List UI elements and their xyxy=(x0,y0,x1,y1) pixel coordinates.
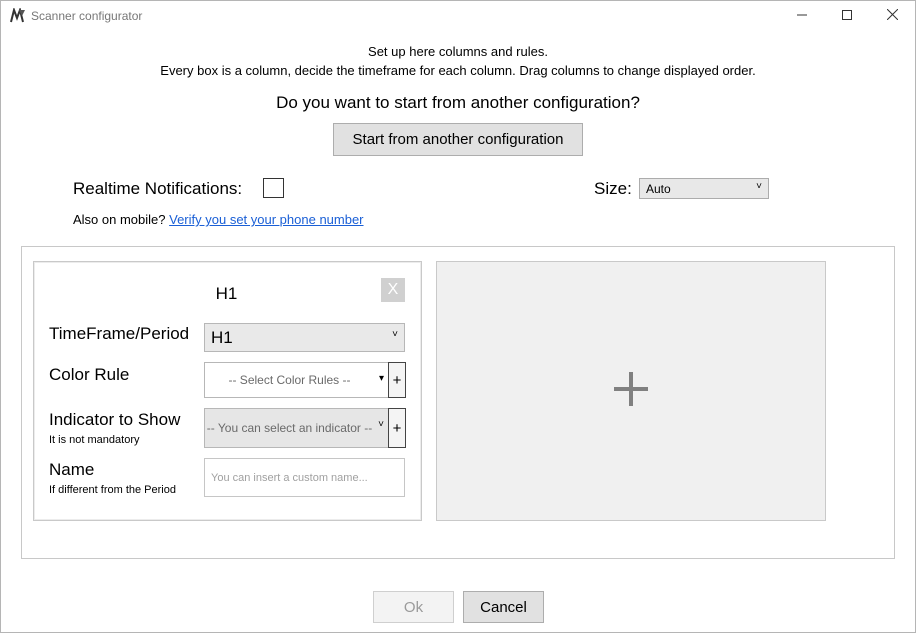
size-select[interactable]: Auto ˅ xyxy=(639,178,769,199)
indicator-select[interactable]: -- You can select an indicator -- ˅ xyxy=(204,408,389,448)
mobile-prompt-text: Also on mobile? xyxy=(73,212,166,227)
maximize-button[interactable] xyxy=(824,1,870,31)
indicator-sublabel: It is not mandatory xyxy=(49,434,140,446)
chevron-down-icon: ˅ xyxy=(756,181,762,192)
timeframe-label: TimeFrame/Period xyxy=(49,324,190,343)
size-select-value: Auto xyxy=(646,182,671,196)
chevron-down-icon: ˅ xyxy=(378,419,384,430)
timeframe-select[interactable]: H1 ˅ xyxy=(204,323,405,352)
color-rule-placeholder: -- Select Color Rules -- xyxy=(228,373,351,387)
add-indicator-button[interactable]: + xyxy=(388,408,406,448)
indicator-placeholder: -- You can select an indicator -- xyxy=(206,421,373,435)
mobile-prompt: Also on mobile? Verify you set your phon… xyxy=(73,212,364,227)
minimize-icon xyxy=(797,7,807,25)
color-rule-select[interactable]: -- Select Color Rules -- ▾ xyxy=(204,362,389,398)
column-title: H1 xyxy=(215,284,238,303)
custom-name-input[interactable]: You can insert a custom name... xyxy=(204,458,405,497)
remove-column-button[interactable]: X xyxy=(381,278,405,302)
intro-line-1: Set up here columns and rules. xyxy=(368,44,548,59)
name-label: Name xyxy=(49,460,95,479)
timeframe-select-value: H1 xyxy=(211,328,233,347)
intro-line-2: Every box is a column, decide the timefr… xyxy=(160,63,756,78)
realtime-notifications-label: Realtime Notifications: xyxy=(73,179,243,198)
indicator-label: Indicator to Show xyxy=(49,410,181,429)
chevron-down-icon: ▾ xyxy=(378,373,384,384)
scanner-configurator-window: Scanner configurator Set up here columns… xyxy=(0,0,916,633)
chevron-down-icon: ˅ xyxy=(392,329,398,340)
columns-area: H1 X TimeFrame/Period H1 ˅ Color Rule --… xyxy=(21,246,895,559)
color-rule-label: Color Rule xyxy=(49,365,130,384)
ok-button[interactable]: Ok xyxy=(373,591,454,623)
close-window-button[interactable] xyxy=(869,1,915,31)
minimize-button[interactable] xyxy=(779,1,825,31)
window-title: Scanner configurator xyxy=(31,9,143,23)
cancel-button[interactable]: Cancel xyxy=(463,591,544,623)
add-color-rule-button[interactable]: + xyxy=(388,362,406,398)
start-question: Do you want to start from another config… xyxy=(276,93,640,112)
title-bar[interactable]: Scanner configurator xyxy=(1,1,915,31)
close-icon xyxy=(886,7,898,25)
realtime-notifications-checkbox[interactable] xyxy=(263,178,284,198)
column-card-h1[interactable]: H1 X TimeFrame/Period H1 ˅ Color Rule --… xyxy=(33,261,422,521)
start-from-configuration-button[interactable]: Start from another configuration xyxy=(333,123,583,156)
plus-icon xyxy=(614,371,648,411)
maximize-icon xyxy=(842,7,852,25)
app-logo-icon xyxy=(10,6,26,24)
size-label: Size: xyxy=(594,179,632,198)
verify-phone-link[interactable]: Verify you set your phone number xyxy=(169,212,363,227)
add-column-button[interactable] xyxy=(436,261,826,521)
name-sublabel: If different from the Period xyxy=(49,484,176,496)
